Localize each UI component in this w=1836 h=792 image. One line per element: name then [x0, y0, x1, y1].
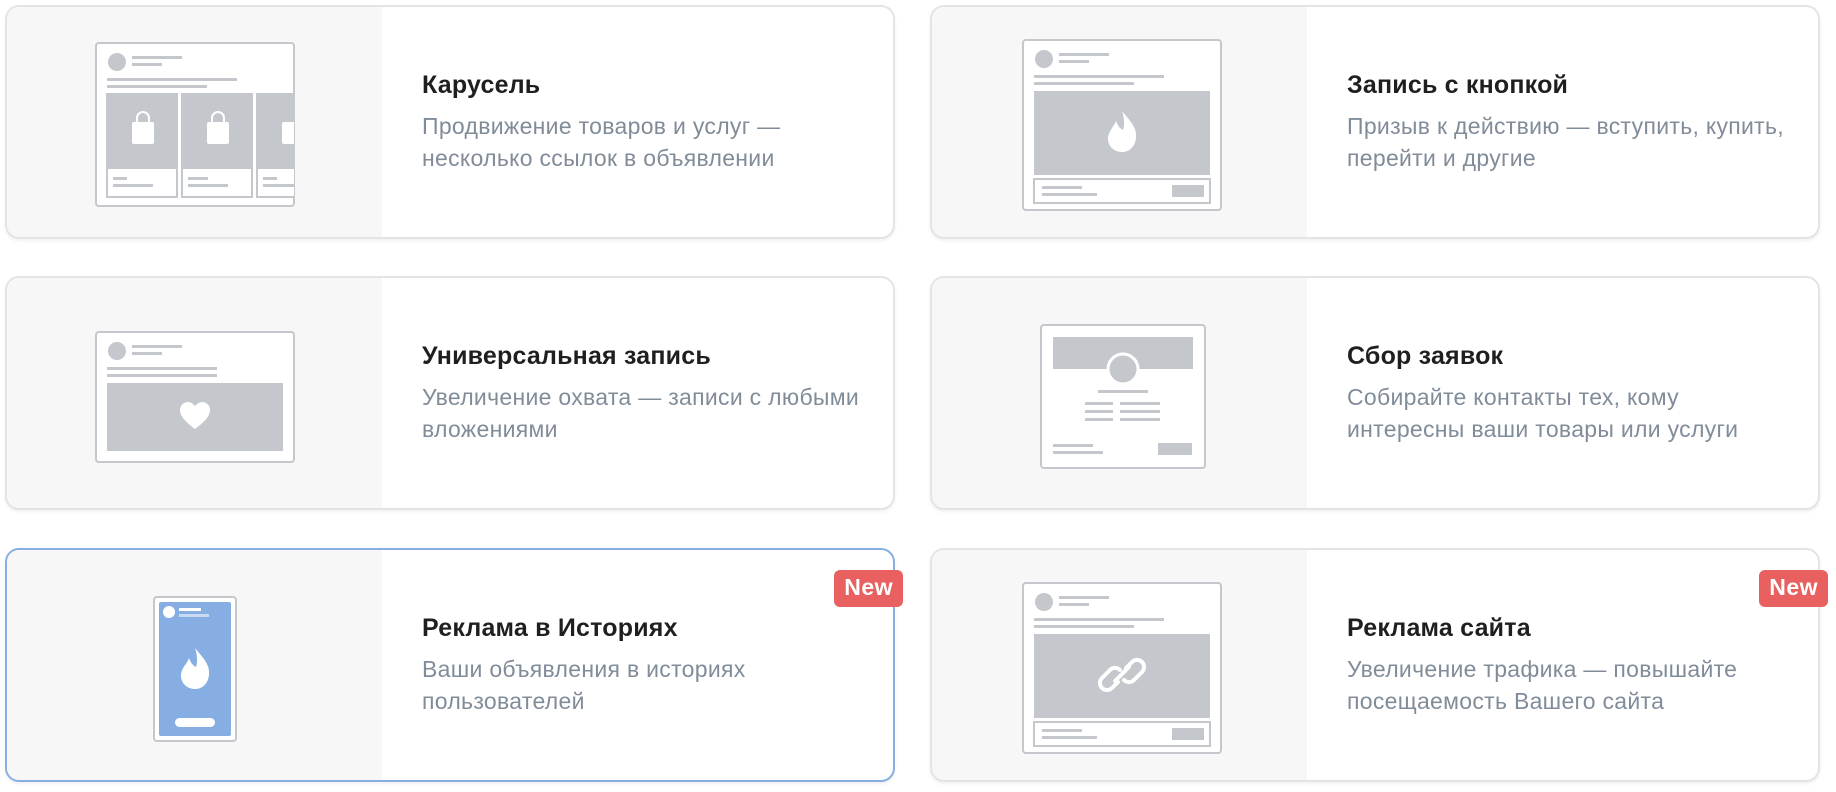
- ad-format-card-lead-form[interactable]: Сбор заявок Собирайте контакты тех, кому…: [930, 276, 1820, 510]
- card-title: Карусель: [422, 70, 541, 99]
- ad-format-card-universal-post[interactable]: Универсальная запись Увеличение охвата —…: [5, 276, 895, 510]
- card-description: Призыв к действию — вступить, купить, пе…: [1347, 112, 1784, 171]
- ad-format-card-website[interactable]: Реклама сайта Увеличение трафика — повыш…: [930, 548, 1828, 782]
- post-with-button-illustration: [1022, 39, 1222, 211]
- stories-preview: [7, 550, 382, 780]
- universal-post-preview: [7, 278, 382, 508]
- new-badge: New: [1759, 570, 1828, 607]
- stories-illustration: [153, 596, 237, 742]
- lead-form-preview: [932, 278, 1307, 508]
- carousel-illustration: [95, 42, 295, 207]
- card-title: Запись с кнопкой: [1347, 70, 1569, 99]
- card-description: Увеличение охвата — записи с любыми влож…: [422, 383, 860, 442]
- card-description: Ваши объявления в историях пользователей: [422, 655, 746, 714]
- post-with-button-preview: [932, 7, 1307, 237]
- carousel-preview: [7, 7, 382, 237]
- lead-form-illustration: [1040, 324, 1206, 469]
- card-title: Универсальная запись: [422, 341, 711, 370]
- card-description: Продвижение товаров и услуг — несколько …: [422, 112, 781, 171]
- website-illustration: [1022, 582, 1222, 754]
- card-description: Увеличение трафика — повышайте посещаемо…: [1347, 655, 1738, 714]
- ad-format-card-post-with-button[interactable]: Запись с кнопкой Призыв к действию — вст…: [930, 5, 1820, 239]
- new-badge: New: [834, 570, 903, 607]
- website-preview: [932, 550, 1307, 780]
- universal-post-illustration: [95, 331, 295, 463]
- card-description: Собирайте контакты тех, кому интересны в…: [1347, 383, 1739, 442]
- ad-format-card-stories[interactable]: Реклама в Историях Ваши объявления в ист…: [5, 548, 903, 782]
- card-title: Реклама сайта: [1347, 613, 1531, 642]
- card-title: Реклама в Историях: [422, 613, 678, 642]
- ad-format-card-carousel[interactable]: Карусель Продвижение товаров и услуг — н…: [5, 5, 895, 239]
- card-title: Сбор заявок: [1347, 341, 1504, 370]
